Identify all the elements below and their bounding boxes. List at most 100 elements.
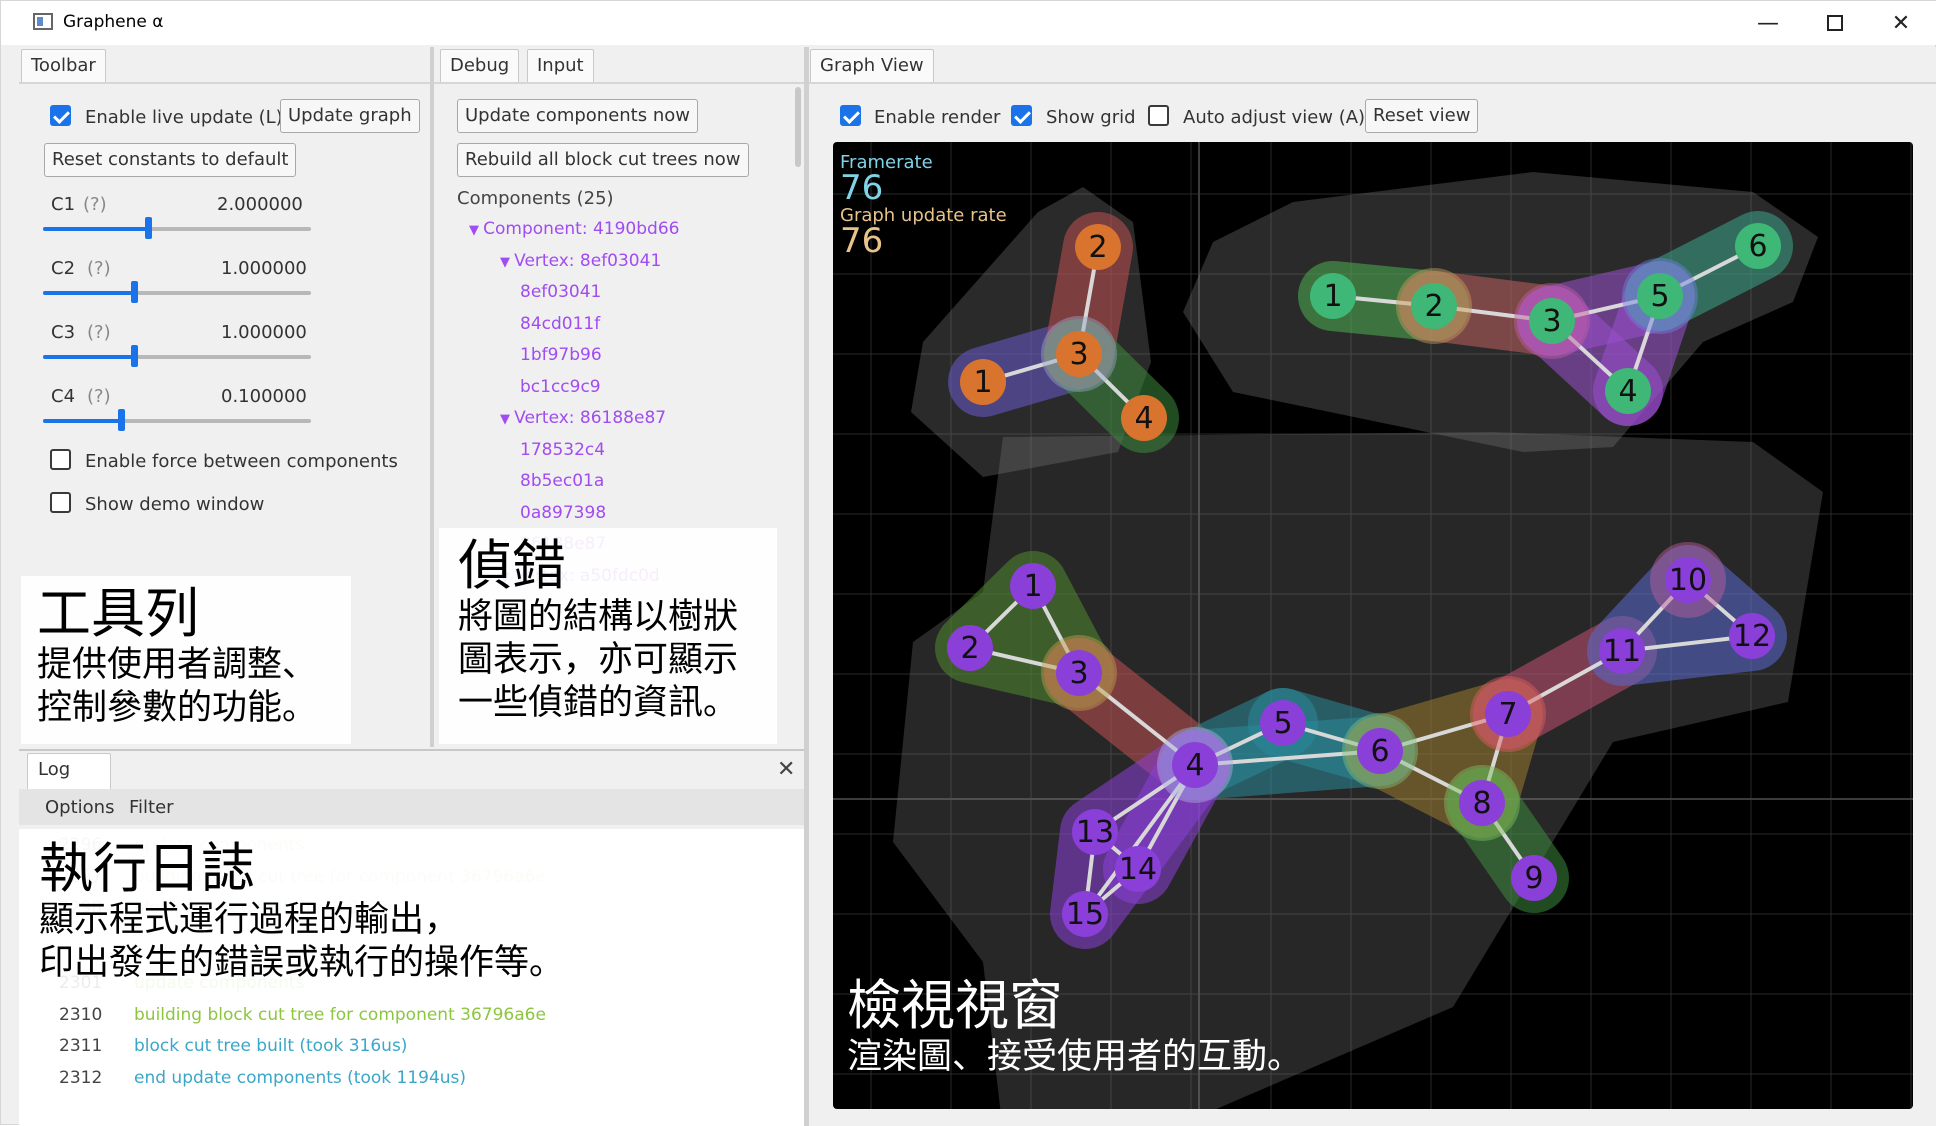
c4-slider[interactable] (43, 409, 311, 431)
log-line-text: building block cut tree for component 36… (134, 1004, 546, 1025)
tree-leaf[interactable]: 84cd011f (520, 314, 600, 334)
graph-node[interactable]: 5 (1260, 700, 1306, 746)
slider-thumb[interactable] (117, 409, 125, 431)
c1-label: C1 (51, 194, 76, 215)
tree-leaf[interactable]: 0a897398 (520, 503, 606, 523)
graph-node[interactable]: 2 (947, 625, 993, 671)
slider-thumb[interactable] (131, 281, 139, 303)
node-label: 8 (1472, 786, 1491, 821)
components-header: Components (25) (457, 188, 614, 209)
view-annotation-title: 檢視視窗 (847, 974, 1063, 1037)
node-label: 3 (1069, 656, 1088, 691)
tree-item-label: 1bf97b96 (520, 345, 602, 365)
tree-leaf[interactable]: bc1cc9c9 (520, 377, 601, 397)
debug-scrollbar[interactable] (795, 87, 801, 167)
tab-graph-view[interactable]: Graph View (810, 49, 934, 83)
c1-slider[interactable] (43, 217, 311, 239)
graph-svg[interactable]: 12341 2 34561234567891011 12131415 (833, 142, 1913, 1109)
auto-adjust-checkbox[interactable] (1148, 105, 1169, 126)
tree-node[interactable]: ▼ Vertex: 8ef03041 (500, 251, 661, 271)
graph-canvas[interactable]: 1 2 3 4 1 2 3 4 5 6 1 2 3 4 5 6 7 8 9 10 11 12 13 14 15 Framerat… (833, 142, 1913, 1109)
update-graph-button[interactable]: Update graph (280, 99, 420, 133)
slider-thumb[interactable] (144, 217, 152, 239)
slider-thumb[interactable] (131, 345, 139, 367)
graph-node[interactable]: 4 (1605, 368, 1651, 414)
demo-checkbox[interactable] (50, 492, 71, 513)
rebuild-trees-button[interactable]: Rebuild all block cut trees now (457, 143, 749, 177)
toolbar-annotation-title: 工具列 (37, 582, 199, 645)
c4-help[interactable]: (?) (87, 386, 111, 407)
graph-node[interactable]: 15 (1062, 891, 1108, 937)
c3-slider[interactable] (43, 345, 311, 367)
update-components-button[interactable]: Update components now (457, 99, 698, 133)
log-line: 2310 building block cut tree for componen… (59, 1005, 546, 1025)
c3-help[interactable]: (?) (87, 322, 111, 343)
maximize-button[interactable] (1801, 1, 1869, 45)
graph-node[interactable]: 12 (1729, 613, 1775, 659)
node-label: 4 (1134, 401, 1153, 436)
close-log-icon[interactable]: ✕ (777, 757, 795, 782)
enable-render-checkbox[interactable] (840, 105, 861, 126)
graph-node[interactable]: 6 (1735, 223, 1781, 269)
graph-node[interactable]: 2 (1075, 224, 1121, 270)
tree-item-label: 178532c4 (520, 439, 606, 460)
expand-arrow-icon[interactable]: ▼ (500, 412, 514, 427)
close-icon: ✕ (1891, 10, 1911, 36)
graph-node[interactable]: 11 (1599, 628, 1645, 674)
log-line-text: block cut tree built (took 316us) (134, 1036, 408, 1056)
graph-node[interactable]: 1 (960, 359, 1006, 405)
node-label: 4 (1185, 748, 1204, 783)
tree-item-label: Vertex: 86188e87 (514, 408, 667, 428)
graph-node[interactable]: 6 (1342, 713, 1418, 789)
tab-toolbar[interactable]: Toolbar (21, 49, 106, 83)
menu-filter[interactable]: Filter (129, 797, 174, 818)
graph-node[interactable]: 2 (1396, 268, 1472, 344)
graph-node[interactable]: 1 (1010, 563, 1056, 609)
graph-node[interactable]: 3 (1514, 283, 1590, 359)
debug-tabbar: Debug Input (434, 47, 804, 84)
c2-slider[interactable] (43, 281, 311, 303)
reset-constants-button[interactable]: Reset constants to default (44, 143, 297, 177)
close-button[interactable]: ✕ (1867, 1, 1935, 45)
minimize-button[interactable]: — (1734, 1, 1802, 45)
tab-input[interactable]: Input (527, 49, 594, 83)
tree-leaf[interactable]: 8b5ec01a (520, 471, 604, 491)
graph-node[interactable]: 4 (1157, 727, 1233, 803)
tree-node[interactable]: ▼ Component: 4190bd66 (469, 219, 679, 239)
c1-value: 2.000000 (217, 194, 303, 215)
reset-view-button[interactable]: Reset view (1365, 99, 1479, 133)
toolbar-annotation-text: 提供使用者調整、 控制參數的功能。 (37, 645, 318, 728)
tab-log[interactable]: Log (27, 753, 111, 789)
toolbar-tabbar: Toolbar (19, 47, 430, 84)
graph-node[interactable]: 8 (1444, 765, 1520, 841)
show-grid-checkbox[interactable] (1011, 105, 1032, 126)
tree-leaf[interactable]: 8ef03041 (520, 282, 601, 302)
force-checkbox[interactable] (50, 449, 71, 470)
expand-arrow-icon[interactable]: ▼ (469, 223, 483, 238)
tree-node[interactable]: ▼ Vertex: 86188e87 (500, 408, 666, 428)
graph-node[interactable]: 9 (1511, 855, 1557, 901)
graph-node[interactable]: 4 (1121, 395, 1167, 441)
node-label: 11 (1603, 634, 1641, 669)
graph-node[interactable]: 5 (1622, 258, 1698, 334)
expand-arrow-icon[interactable]: ▼ (500, 255, 514, 270)
live-update-checkbox[interactable] (50, 105, 71, 126)
node-label: 13 (1076, 815, 1114, 850)
tree-leaf[interactable]: 178532c4 (520, 440, 605, 460)
c2-help[interactable]: (?) (87, 258, 111, 279)
graph-node[interactable]: 14 (1115, 846, 1161, 892)
c1-help[interactable]: (?) (83, 194, 107, 215)
log-line-number: 2312 (59, 1067, 103, 1088)
graph-node[interactable]: 13 (1072, 809, 1118, 855)
menu-options[interactable]: Options (45, 797, 114, 818)
graph-node[interactable]: 10 (1650, 542, 1726, 618)
graph-node[interactable]: 1 (1310, 273, 1356, 319)
c2-value: 1.000000 (221, 258, 307, 279)
node-label: 5 (1273, 706, 1292, 741)
node-label: 4 (1618, 374, 1637, 409)
graph-node[interactable]: 3 (1041, 316, 1117, 392)
tree-leaf[interactable]: 1bf97b96 (520, 345, 602, 365)
tab-debug[interactable]: Debug (440, 49, 520, 83)
graph-node[interactable]: 7 (1470, 676, 1546, 752)
graph-node[interactable]: 3 (1041, 635, 1117, 711)
